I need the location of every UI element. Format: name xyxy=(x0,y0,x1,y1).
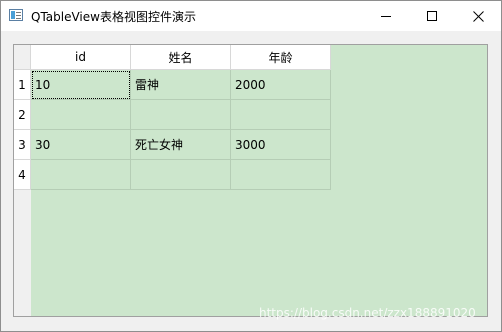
table-cell[interactable] xyxy=(131,100,231,130)
close-button[interactable] xyxy=(455,1,501,31)
watermark-text: https://blog.csdn.net/zzx188891020 xyxy=(259,306,476,320)
table-cell[interactable]: 2000 xyxy=(231,70,331,100)
table-cell[interactable]: 雷神 xyxy=(131,70,231,100)
row-header[interactable]: 2 xyxy=(14,100,31,130)
table-view[interactable]: id 姓名 年龄 1 2 3 4 10 雷神 2000 30 死亡女神 3000 xyxy=(13,44,488,317)
table-cell[interactable]: 10 xyxy=(31,70,131,100)
table-cell[interactable] xyxy=(31,160,131,190)
maximize-button[interactable] xyxy=(409,1,455,31)
row-header[interactable]: 4 xyxy=(14,160,31,190)
column-header[interactable]: 姓名 xyxy=(131,45,231,70)
row-header[interactable]: 1 xyxy=(14,70,31,100)
minimize-icon xyxy=(381,16,391,17)
column-header[interactable]: 年龄 xyxy=(231,45,331,70)
row-header[interactable]: 3 xyxy=(14,130,31,160)
table-cell[interactable]: 30 xyxy=(31,130,131,160)
table-cell[interactable]: 3000 xyxy=(231,130,331,160)
window-title: QTableView表格视图控件演示 xyxy=(31,10,196,24)
minimize-button[interactable] xyxy=(363,1,409,31)
close-icon xyxy=(472,10,484,22)
main-window: QTableView表格视图控件演示 id 姓名 年龄 1 2 3 4 10 雷神 2000 30 死… xyxy=(0,0,502,332)
title-bar[interactable]: QTableView表格视图控件演示 xyxy=(1,1,501,31)
table-cell[interactable] xyxy=(231,100,331,130)
table-cell[interactable]: 死亡女神 xyxy=(131,130,231,160)
table-corner-button[interactable] xyxy=(14,45,31,70)
column-header[interactable]: id xyxy=(31,45,131,70)
maximize-icon xyxy=(427,11,437,21)
table-cell[interactable] xyxy=(131,160,231,190)
app-window-icon xyxy=(9,9,23,21)
table-cell[interactable] xyxy=(231,160,331,190)
table-cell[interactable] xyxy=(31,100,131,130)
